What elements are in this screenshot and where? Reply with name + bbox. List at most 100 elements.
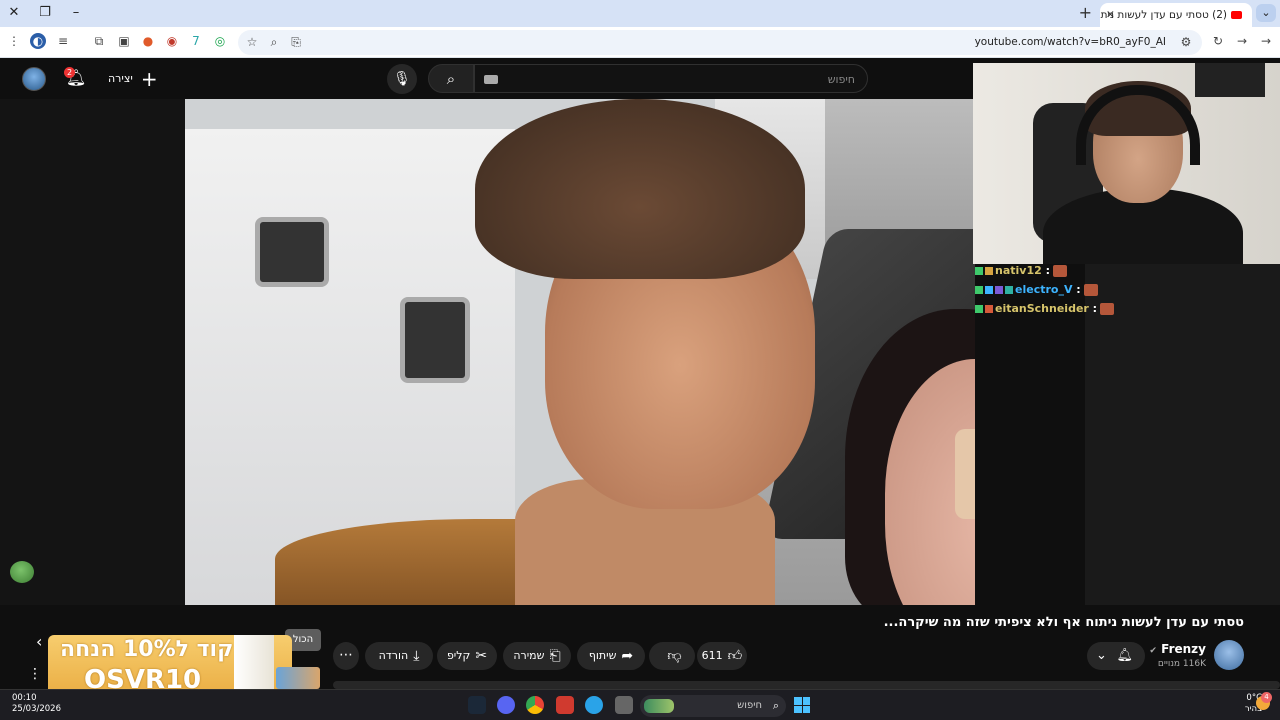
chrome-app-icon[interactable]: [526, 696, 544, 714]
sub-badge-icon: [985, 305, 993, 313]
share-arrow-icon: ➦: [621, 648, 634, 664]
chat-username: eitanSchneider: [995, 302, 1089, 315]
chat-emote-icon: [1053, 265, 1067, 277]
app-red-icon[interactable]: [556, 696, 574, 714]
search-input[interactable]: חיפוש: [474, 64, 868, 93]
extension-teal-icon[interactable]: 7: [188, 33, 204, 49]
channel-avatar[interactable]: [1214, 640, 1244, 670]
search-button[interactable]: ⌕: [428, 64, 474, 93]
windows-start-icon[interactable]: [794, 697, 810, 713]
extensions-icon[interactable]: ⧉: [91, 33, 107, 49]
streamer-webcam: [973, 63, 1280, 264]
video-title: טסתי עם עדן לעשות ניתוח אף ולא ציפיתי שז…: [883, 615, 1244, 630]
site-settings-icon[interactable]: ⚙: [1178, 34, 1194, 50]
taskbar-search[interactable]: חיפוש ⌕: [640, 695, 786, 717]
chat-emote-icon: [1083, 284, 1098, 296]
search-icon: ⌕: [772, 699, 779, 712]
moderator-badge-icon: [975, 305, 983, 313]
windows-taskbar: 00:10 25/03/2026 חיפוש ⌕ 0°C בהיר 4: [0, 689, 1280, 720]
share-label: שיתוף: [588, 649, 617, 662]
moderator-badge-icon: [975, 286, 983, 294]
url-text: youtube.com/watch?v=bR0_ayF0_AI: [974, 36, 1166, 48]
clip-label: קליפ: [446, 649, 471, 662]
bookmark-star-icon[interactable]: ☆: [244, 34, 260, 50]
sub-badge-icon: [985, 267, 993, 275]
reload-icon[interactable]: ↻: [1210, 33, 1226, 49]
notification-badge: 2: [64, 67, 75, 78]
browser-tab-strip: ✕ ❐ – + (2) טסתי עם עדן לעשות ניתוח ✕ ⌄: [0, 0, 1280, 27]
zoom-icon[interactable]: ⌕: [266, 34, 282, 50]
verified-icon: ✔: [1149, 646, 1157, 656]
thumbs-down-icon: 👎︎: [667, 648, 682, 664]
download-label: הורדה: [378, 649, 409, 662]
back-icon[interactable]: →: [1258, 33, 1274, 49]
scissors-icon: ✂: [475, 648, 488, 664]
forward-icon[interactable]: →: [1234, 33, 1250, 49]
chat-line: nativ12 :: [975, 262, 1067, 280]
clock[interactable]: 00:10 25/03/2026: [12, 693, 61, 715]
browser-toolbar: ⋮ ◐ ≡ ⧉ ▣ ● ◉ 7 ◎ ☆ ⌕ ⎘ youtube.com/watc…: [0, 27, 1280, 58]
video-bg-window: [255, 217, 329, 287]
restore-window-icon[interactable]: ❐: [35, 4, 55, 22]
left-side-panel: [0, 99, 185, 605]
thumbs-up-icon: 👍︎: [727, 648, 743, 664]
channel-name-text: Frenzy: [1161, 642, 1206, 656]
steam-app-icon[interactable]: [468, 696, 486, 714]
clock-date: 25/03/2026: [12, 704, 61, 714]
video-bandage: [955, 429, 975, 519]
tab-title: (2) טסתי עם עדן לעשות ניתוח: [1100, 9, 1227, 21]
vertical-dots-icon[interactable]: ⋮: [28, 666, 42, 682]
profile-icon[interactable]: ◐: [30, 33, 46, 49]
download-button[interactable]: הורדה ⤓: [365, 642, 433, 670]
tab-search-chevron-icon[interactable]: ⌄: [1256, 4, 1276, 22]
reading-list-icon[interactable]: ≡: [55, 33, 71, 49]
create-label: יצירה: [108, 72, 133, 85]
dislike-button[interactable]: 👎︎: [649, 642, 695, 670]
taskbar-search-placeholder: חיפוש: [737, 700, 762, 711]
subscription-notification-button[interactable]: ⌄ 🔔︎: [1087, 642, 1145, 670]
ad-thumbnail[interactable]: [276, 667, 320, 689]
search-highlight-image: [644, 699, 674, 713]
video-person-hair: [475, 99, 805, 279]
plus-icon: +: [140, 67, 158, 91]
more-actions-button[interactable]: ⋯: [333, 642, 359, 670]
telegram-app-icon[interactable]: [585, 696, 603, 714]
extension-orange-icon[interactable]: ●: [140, 33, 156, 49]
extension-green-icon[interactable]: ◎: [212, 33, 228, 49]
subscriber-count: 116K מנויים: [1157, 659, 1206, 669]
search-icon: ⌕: [446, 70, 456, 88]
address-bar[interactable]: ☆ ⌕ ⎘ youtube.com/watch?v=bR0_ayF0_AI ⚙: [238, 30, 1202, 55]
bell-icon: 🔔︎: [1116, 648, 1133, 663]
create-button[interactable]: יצירה +: [108, 68, 158, 90]
like-button[interactable]: 611 👍︎: [697, 642, 747, 670]
account-avatar[interactable]: [22, 67, 46, 91]
chat-overlay: nativ12 : electro_V : eitanSchneider :: [973, 262, 1115, 605]
webcam-monitor: [1195, 63, 1265, 97]
ad-headline: קוד ל10% הנחה: [60, 637, 234, 662]
clip-button[interactable]: קליפ ✂: [437, 642, 497, 670]
moderator-badge-icon: [975, 267, 983, 275]
minimize-window-icon[interactable]: –: [66, 4, 86, 22]
menu-dots-icon[interactable]: ⋮: [6, 33, 22, 49]
chat-username: electro_V: [1015, 283, 1073, 296]
notification-badge: 4: [1261, 692, 1272, 703]
voice-search-mic-icon[interactable]: 🎙︎: [387, 64, 417, 94]
tab-group-icon[interactable]: ▣: [116, 33, 132, 49]
vip-badge-icon: [985, 286, 993, 294]
channel-name[interactable]: Frenzy ✔: [1149, 642, 1206, 656]
chevron-left-icon[interactable]: ‹: [36, 632, 42, 651]
task-view-icon[interactable]: [615, 696, 633, 714]
discord-app-icon[interactable]: [497, 696, 515, 714]
keyboard-icon[interactable]: [484, 75, 498, 84]
chat-line: electro_V :: [975, 281, 1098, 299]
share-button[interactable]: שיתוף ➦: [577, 642, 645, 670]
tab-close-icon[interactable]: ✕: [1106, 3, 1115, 27]
new-tab-icon[interactable]: +: [1079, 4, 1092, 22]
like-count: 611: [701, 649, 723, 662]
save-button[interactable]: שמירה ⎗: [503, 642, 571, 670]
video-player[interactable]: [185, 99, 975, 605]
close-window-icon[interactable]: ✕: [4, 4, 24, 22]
install-app-icon[interactable]: ⎘: [288, 34, 304, 50]
extension-red-icon[interactable]: ◉: [164, 33, 180, 49]
browser-tab[interactable]: (2) טסתי עם עדן לעשות ניתוח ✕: [1100, 3, 1252, 27]
